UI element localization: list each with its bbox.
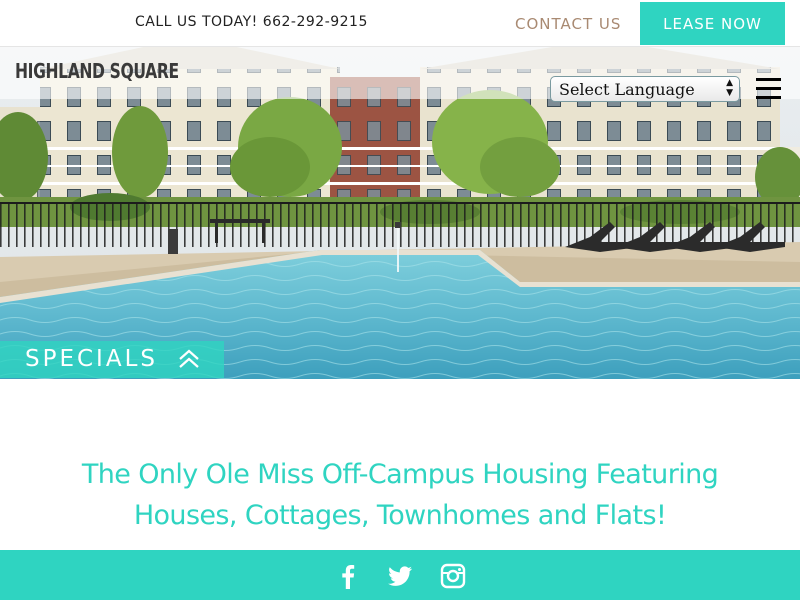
headline-line-2: Houses, Cottages, Townhomes and Flats! [133, 500, 667, 531]
hamburger-menu-icon[interactable] [756, 78, 781, 99]
lease-now-button[interactable]: LEASE NOW [640, 2, 785, 45]
facebook-icon[interactable] [335, 563, 361, 589]
twitter-icon[interactable] [387, 563, 413, 589]
social-footer [0, 550, 800, 600]
headline-line-1: The Only Ole Miss Off-Campus Housing Fea… [81, 459, 719, 490]
top-bar: CALL US TODAY! 662-292-9215 CONTACT US L… [0, 0, 800, 47]
instagram-icon[interactable] [440, 563, 466, 589]
double-chevron-up-icon [179, 349, 199, 368]
phone-number[interactable]: CALL US TODAY! 662-292-9215 [135, 14, 368, 30]
language-select[interactable]: Select Language ▲ ▼ [550, 76, 740, 102]
specials-button[interactable]: SPECIALS [0, 341, 224, 378]
language-select-label: Select Language [559, 80, 695, 99]
select-arrows-icon: ▲ ▼ [726, 78, 733, 98]
contact-us-link[interactable]: CONTACT US [515, 15, 621, 33]
site-logo[interactable]: HIGHLAND SQUARE [15, 59, 179, 83]
specials-label: SPECIALS [25, 346, 158, 372]
page-headline: The Only Ole Miss Off-Campus Housing Fea… [0, 454, 800, 536]
